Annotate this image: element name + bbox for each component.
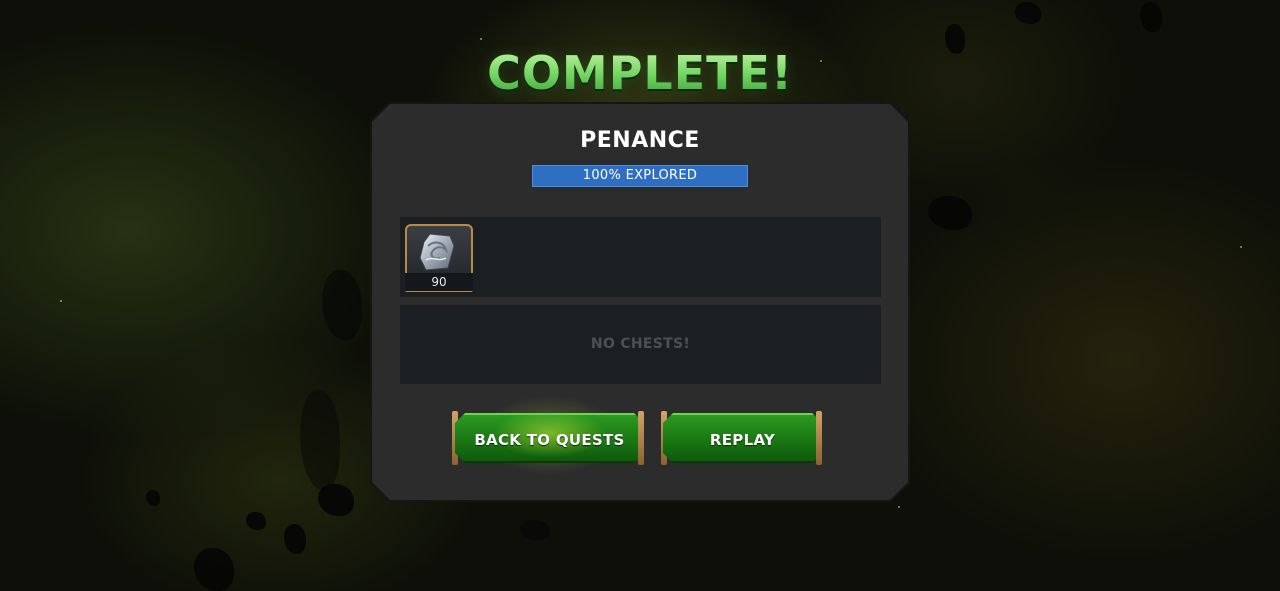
asteroid [194, 548, 234, 591]
back-to-quests-button[interactable]: BACK TO QUESTS [455, 413, 644, 463]
asteroid [246, 512, 266, 530]
asteroid [520, 520, 550, 540]
star [480, 38, 482, 40]
no-chests-message: NO CHESTS! [400, 305, 881, 384]
asteroid [318, 484, 354, 516]
exploration-progress-bar: 100% EXPLORED [532, 165, 748, 187]
star [898, 506, 900, 508]
reward-item-count: 90 [405, 273, 473, 291]
asteroid [300, 390, 340, 490]
asteroid [322, 270, 362, 340]
complete-title: COMPLETE! [0, 46, 1280, 100]
asteroid [146, 490, 160, 506]
asteroid [1140, 2, 1162, 32]
replay-button[interactable]: REPLAY [663, 413, 822, 463]
button-cap-right [816, 411, 822, 465]
asteroid [928, 196, 972, 230]
quest-name: PENANCE [580, 128, 700, 153]
button-cap-right [638, 411, 644, 465]
silver-shard-icon [419, 233, 455, 271]
asteroid [1015, 2, 1041, 24]
asteroid [284, 524, 306, 554]
star [1240, 246, 1242, 248]
star [60, 300, 62, 302]
